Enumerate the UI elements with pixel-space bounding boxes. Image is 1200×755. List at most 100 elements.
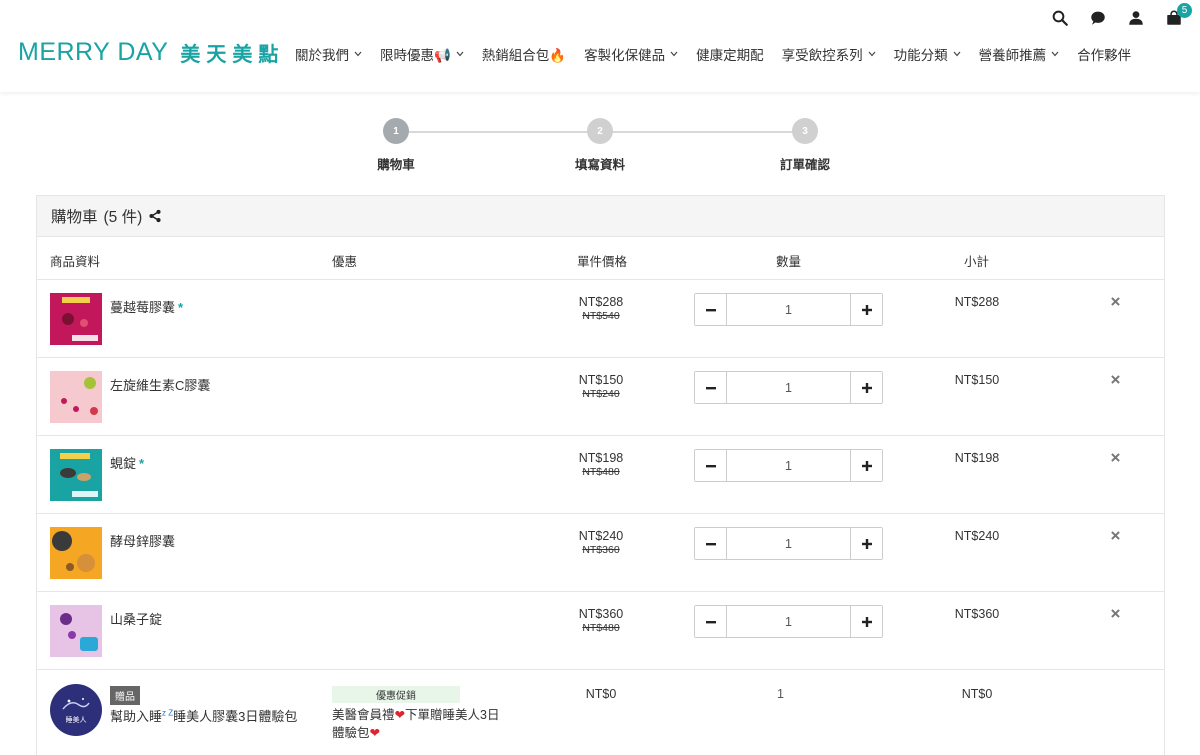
gift-name-suffix: 睡美人膠囊3日體驗包 [173,709,298,724]
account-icon[interactable] [1124,6,1148,30]
step-label: 訂單確認 [779,158,830,172]
product-name-wrap: 蔓越莓膠囊 * [110,297,183,316]
col-promo: 優惠 [332,255,358,269]
col-quantity: 數量 [776,255,802,269]
remove-item-button[interactable] [1111,373,1120,387]
unit-price: NT$198 NT$480 [561,451,641,478]
cart-item-row: 蜆錠 * NT$198 NT$480 1 NT$198 [37,436,1164,514]
chevron-down-icon [1051,49,1059,59]
item-subtotal: NT$288 [954,295,1000,309]
increase-button[interactable] [851,528,882,559]
step-label: 填寫資料 [574,158,625,172]
share-icon[interactable] [148,209,162,223]
header-utility-icons: 5 [1048,3,1192,30]
nav-item-label: 限時優惠📢 [380,48,451,63]
chat-icon[interactable] [1086,6,1110,30]
product-thumbnail[interactable] [50,527,102,579]
decrease-button[interactable] [695,372,726,403]
nav-item[interactable]: 享受飲控系列 [773,44,885,64]
quantity-input[interactable]: 1 [726,606,851,637]
decrease-button[interactable] [695,606,726,637]
step-cart: 1 購物車 [336,118,456,173]
product-name-wrap: 酵母鋅膠囊 [110,531,175,550]
product-thumbnail[interactable] [50,605,102,657]
nav-item[interactable]: 關於我們 [286,44,371,64]
nav-item[interactable]: 客製化保健品 [575,44,687,64]
nav-item-label: 健康定期配 [696,48,764,63]
item-subtotal: NT$150 [954,373,1000,387]
chevron-down-icon [953,49,961,59]
current-price: NT$150 [578,373,624,387]
nav-item-label: 功能分類 [893,48,948,63]
nav-item[interactable]: 熱銷組合包🔥 [473,44,575,64]
close-icon [1111,453,1120,462]
increase-button[interactable] [851,294,882,325]
remove-item-button[interactable] [1111,451,1120,465]
cart-icon[interactable]: 5 [1162,3,1192,30]
decrease-button[interactable] [695,294,726,325]
increase-button[interactable] [851,606,882,637]
brand-name-en: MERRY DAY [18,38,169,66]
step-label: 購物車 [377,158,415,172]
product-name[interactable]: 左旋維生素C膠囊 [110,378,210,393]
product-thumbnail[interactable] [50,449,102,501]
current-price: NT$198 [578,451,624,465]
close-icon [1111,609,1120,618]
remove-item-button[interactable] [1111,607,1120,621]
gift-row: 睡美人 贈品 幫助入睡z Z睡美人膠囊3日體驗包 優惠促銷 美醫會員禮❤下單贈睡… [37,670,1164,750]
remove-item-button[interactable] [1111,529,1120,543]
original-price: NT$480 [582,466,620,478]
brand-logo[interactable]: MERRY DAY 美天美點 [18,38,284,67]
cart-column-headers: 商品資料 優惠 單件價格 數量 小計 [37,237,1164,280]
product-name-wrap: 蜆錠 * [110,453,144,472]
cart-item-row: 山桑子錠 NT$360 NT$480 1 NT$360 [37,592,1164,670]
product-thumbnail[interactable] [50,293,102,345]
nav-item[interactable]: 合作夥伴 [1068,44,1140,64]
close-icon [1111,375,1120,384]
chevron-down-icon [670,49,678,59]
product-name[interactable]: 酵母鋅膠囊 [110,534,175,549]
current-price: NT$360 [578,607,624,621]
gift-thumbnail: 睡美人 [50,684,102,736]
chevron-down-icon [868,49,876,59]
chevron-down-icon [354,49,362,59]
nav-item[interactable]: 營養師推薦 [970,44,1069,64]
quantity-input[interactable]: 1 [726,450,851,481]
main-nav: 關於我們 限時優惠📢 熱銷組合包🔥 客製化保健品 健康定期配 享受飲控系列 功能分類 營養師推… [286,44,1140,64]
promo-description: 美醫會員禮❤下單贈睡美人3日體驗包❤ [332,706,502,742]
product-thumbnail[interactable] [50,371,102,423]
nav-item[interactable]: 功能分類 [885,44,970,64]
original-price: NT$480 [582,622,620,634]
decrease-button[interactable] [695,528,726,559]
decrease-button[interactable] [695,450,726,481]
star-icon: * [139,456,145,471]
nav-item[interactable]: 限時優惠📢 [371,44,473,64]
item-subtotal: NT$198 [954,451,1000,465]
nav-item-label: 客製化保健品 [584,48,666,63]
product-name[interactable]: 山桑子錠 [110,612,162,627]
star-icon: * [178,300,184,315]
quantity-input[interactable]: 1 [726,294,851,325]
close-icon [1111,531,1120,540]
nav-item[interactable]: 健康定期配 [687,44,773,64]
increase-button[interactable] [851,372,882,403]
search-icon[interactable] [1048,6,1072,30]
product-name[interactable]: 蜆錠 [110,456,136,471]
quantity-input[interactable]: 1 [726,372,851,403]
cart-item-count: (5 件) [103,209,143,226]
brand-name-zh: 美天美點 [180,42,285,66]
unit-price: NT$240 NT$360 [561,529,641,556]
cart-count-badge: 5 [1177,3,1192,18]
promo-tag: 優惠促銷 [332,686,460,703]
cart-table: 購物車 (5 件) 商品資料 優惠 單件價格 數量 小計 蔓越莓膠囊 * NT$2… [36,195,1165,755]
site-header: 5 MERRY DAY 美天美點 關於我們 限時優惠📢 熱銷組合包🔥 客製化保健品 健康… [0,0,1200,92]
step-number: 3 [792,118,818,144]
quantity-input[interactable]: 1 [726,528,851,559]
product-name[interactable]: 蔓越莓膠囊 [110,300,175,315]
checkout-steps: 1 購物車 2 填寫資料 3 訂單確認 [0,118,1200,178]
gift-price: NT$0 [585,687,617,701]
remove-item-button[interactable] [1111,295,1120,309]
quantity-stepper: 1 [694,293,883,326]
gift-subtotal: NT$0 [961,687,993,701]
increase-button[interactable] [851,450,882,481]
